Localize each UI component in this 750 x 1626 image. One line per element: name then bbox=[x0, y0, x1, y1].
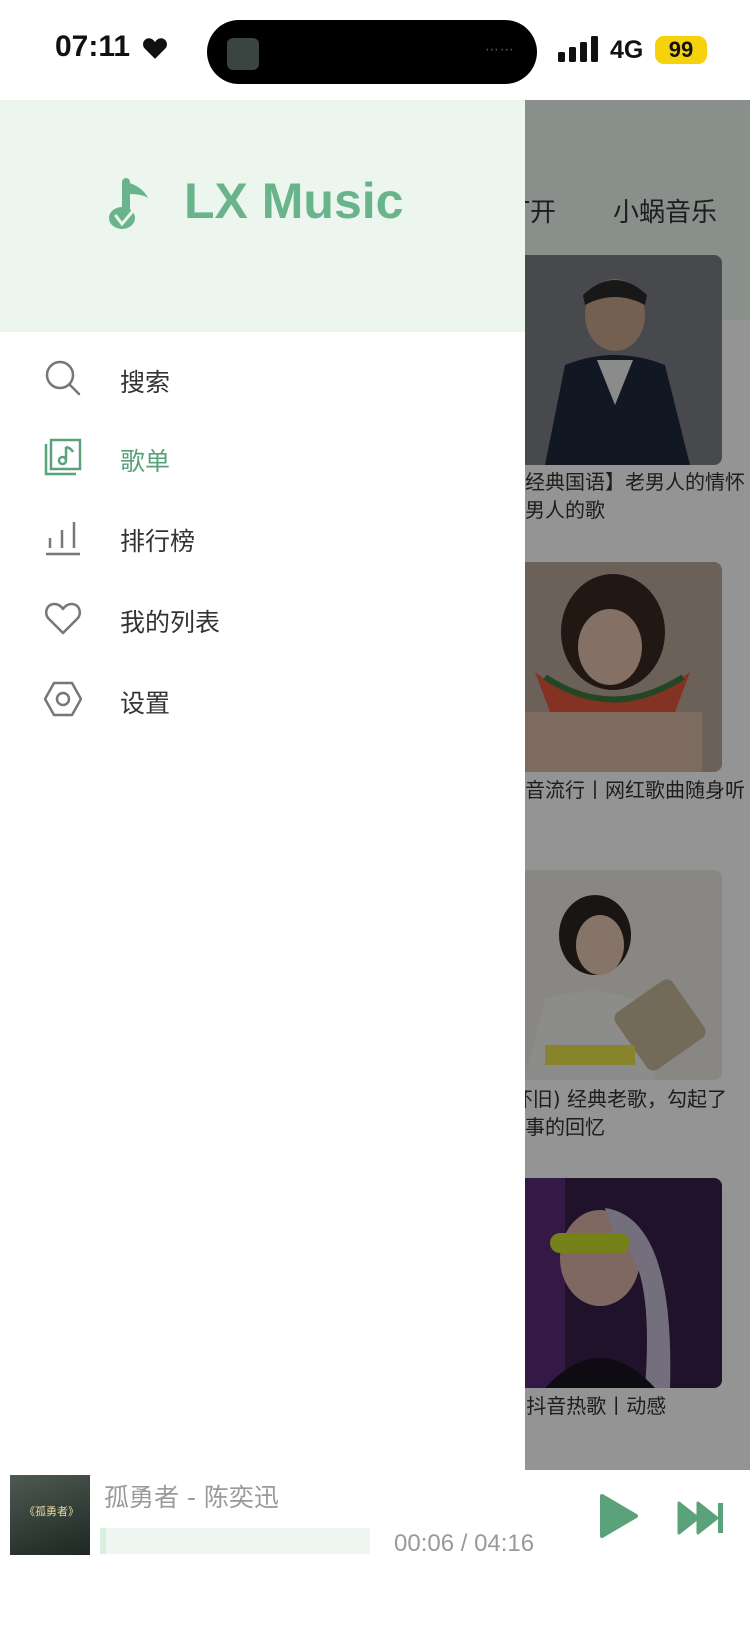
heart-status-icon bbox=[143, 38, 167, 59]
signal-icon bbox=[558, 36, 598, 62]
nav-item-my-list[interactable]: 我的列表 bbox=[0, 583, 525, 653]
playlist-icon bbox=[44, 438, 82, 476]
audio-wave-icon: ⋯⋯ bbox=[485, 42, 515, 58]
status-bar: 07:11 ⋯⋯ 4G 99 bbox=[0, 0, 750, 100]
drawer-header: LX Music bbox=[0, 100, 525, 332]
nav-item-search[interactable]: 搜索 bbox=[0, 343, 525, 413]
album-cover-text: 《孤勇者》 bbox=[24, 1505, 79, 1518]
navigation-drawer: LX Music 搜索 歌单 排行榜 我的列表 设置 bbox=[0, 100, 525, 1470]
nav-label-charts: 排行榜 bbox=[120, 527, 196, 556]
network-type: 4G bbox=[610, 36, 644, 64]
now-playing-title[interactable]: 孤勇者 - 陈奕迅 bbox=[104, 1478, 279, 1514]
app-name: LX Music bbox=[184, 173, 404, 229]
nav-label-search: 搜索 bbox=[120, 368, 171, 397]
album-cover[interactable]: 《孤勇者》 bbox=[10, 1475, 90, 1555]
nav-item-charts[interactable]: 排行榜 bbox=[0, 502, 525, 572]
mini-player: 《孤勇者》 孤勇者 - 陈奕迅 00:06 / 04:16 bbox=[0, 1470, 750, 1626]
search-icon bbox=[45, 360, 81, 396]
next-track-icon[interactable] bbox=[676, 1498, 726, 1538]
nav-item-playlist[interactable]: 歌单 bbox=[0, 422, 525, 492]
heart-icon bbox=[45, 602, 81, 635]
status-time: 07:11 bbox=[55, 30, 131, 63]
now-playing-thumb bbox=[227, 38, 259, 70]
progress-bar[interactable] bbox=[100, 1528, 370, 1554]
settings-icon bbox=[44, 681, 82, 717]
dynamic-island[interactable]: ⋯⋯ bbox=[207, 20, 537, 84]
music-note-logo-icon bbox=[109, 178, 148, 229]
playback-time: 00:06 / 04:16 bbox=[394, 1530, 535, 1557]
nav-label-settings: 设置 bbox=[120, 689, 171, 718]
play-icon[interactable] bbox=[596, 1492, 640, 1540]
chart-bars-icon bbox=[46, 522, 80, 556]
battery-icon: 99 bbox=[655, 36, 707, 64]
nav-item-settings[interactable]: 设置 bbox=[0, 664, 525, 734]
nav-label-playlist: 歌单 bbox=[120, 447, 171, 476]
nav-label-my-list: 我的列表 bbox=[120, 608, 221, 637]
progress-fill bbox=[100, 1528, 107, 1554]
